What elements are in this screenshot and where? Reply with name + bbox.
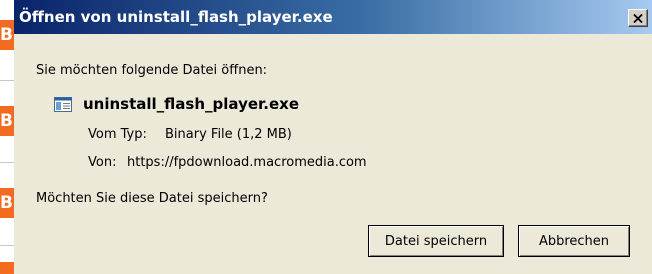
title-bar[interactable]: Öffnen von uninstall_flash_player.exe xyxy=(14,0,652,34)
background-badge-partial xyxy=(0,262,14,274)
background-separator xyxy=(0,162,14,163)
close-icon xyxy=(633,13,643,23)
background-page-strip: B B B xyxy=(0,0,14,274)
file-source-label: Von: xyxy=(88,155,117,170)
save-file-button[interactable]: Datei speichern xyxy=(368,225,504,257)
file-name: uninstall_flash_player.exe xyxy=(83,95,299,113)
download-dialog: Öffnen von uninstall_flash_player.exe Si… xyxy=(14,0,652,274)
dialog-title: Öffnen von uninstall_flash_player.exe xyxy=(19,8,333,26)
application-file-icon xyxy=(54,97,72,112)
background-badge: B xyxy=(0,106,14,136)
cancel-button[interactable]: Abbrechen xyxy=(518,225,630,257)
background-badge: B xyxy=(0,20,14,50)
close-button[interactable] xyxy=(628,9,648,27)
file-source-value: https://fpdownload.macromedia.com xyxy=(127,155,367,170)
save-question: Möchten Sie diese Datei speichern? xyxy=(36,191,268,206)
background-separator xyxy=(0,245,14,246)
file-type-label: Vom Typ: xyxy=(88,127,147,142)
background-separator xyxy=(0,80,14,81)
file-type-value: Binary File (1,2 MB) xyxy=(165,127,292,142)
background-badge: B xyxy=(0,188,14,218)
open-prompt-text: Sie möchten folgende Datei öffnen: xyxy=(36,63,268,78)
